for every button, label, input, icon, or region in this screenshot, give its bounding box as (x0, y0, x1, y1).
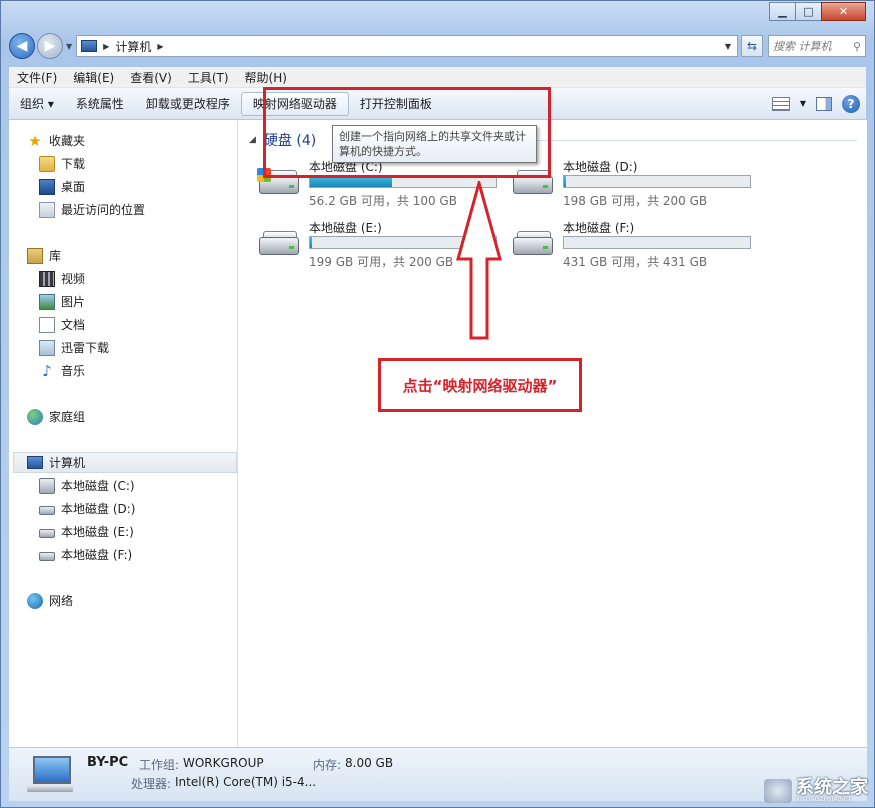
back-arrow-icon: ◀ (16, 38, 28, 54)
search-placeholder: 搜索 计算机 (773, 40, 832, 53)
nav-drive-f[interactable]: 本地磁盘 (F:) (39, 544, 132, 565)
capacity-bar (563, 236, 751, 249)
video-icon (39, 270, 55, 287)
downloads-folder-icon (39, 155, 55, 172)
nav-documents[interactable]: 文档 (39, 314, 85, 335)
change-view-icon[interactable] (771, 96, 790, 111)
forward-button[interactable]: ▶ (37, 33, 63, 59)
nav-pictures[interactable]: 图片 (39, 291, 85, 312)
nav-recent-places[interactable]: 最近访问的位置 (39, 199, 145, 220)
computer-icon (81, 40, 98, 52)
watermark-url: XITONGZHIJIA.NET (796, 796, 852, 803)
organize-button[interactable]: 组织 ▾ (9, 92, 65, 116)
workgroup-label: 工作组: (139, 758, 180, 772)
desktop-icon (39, 178, 55, 195)
menu-edit[interactable]: 编辑(E) (65, 69, 122, 86)
cpu-label: 处理器: (131, 777, 172, 791)
documents-icon (39, 316, 55, 333)
maximize-button[interactable]: □ (795, 2, 822, 21)
computer-icon (27, 456, 43, 469)
address-dropdown-icon[interactable]: ▼ (719, 42, 737, 51)
refresh-button[interactable]: ⇆ (741, 35, 763, 57)
nav-computer[interactable]: 计算机 (13, 452, 237, 473)
nav-favorites[interactable]: ★ 收藏夹 (27, 130, 85, 151)
system-properties-button[interactable]: 系统属性 (65, 92, 135, 116)
drive-icon (39, 506, 55, 515)
breadcrumb-separator-icon[interactable]: ▶ (103, 42, 109, 51)
hard-drive-icon (511, 229, 555, 257)
computer-name: BY-PC (87, 755, 129, 770)
nav-drive-e[interactable]: 本地磁盘 (E:) (39, 521, 134, 542)
refresh-icon: ⇆ (746, 39, 758, 53)
annotation-callout: 点击“映射网络驱动器” (378, 358, 582, 412)
navigation-pane: ★ 收藏夹 下载 桌面 最近访问的位置 库 视频 图片 文档 迅雷下载 ♪ 音乐… (9, 120, 238, 747)
nav-desktop[interactable]: 桌面 (39, 176, 85, 197)
menu-help[interactable]: 帮助(H) (237, 69, 295, 86)
nav-libraries[interactable]: 库 (27, 245, 61, 266)
address-bar[interactable]: ▶ 计算机 ▶ ▼ (76, 35, 738, 57)
minimize-button[interactable]: ▁ (769, 2, 796, 21)
nav-music[interactable]: ♪ 音乐 (39, 360, 85, 381)
capacity-bar (563, 175, 751, 188)
cpu-value: Intel(R) Core(TM) i5-4... (175, 775, 317, 789)
nav-network[interactable]: 网络 (27, 590, 73, 611)
menu-bar: 文件(F) 编辑(E) 查看(V) 工具(T) 帮助(H) (9, 67, 866, 88)
nav-homegroup[interactable]: 家庭组 (27, 406, 85, 427)
hard-drive-icon (257, 229, 301, 257)
nav-drive-d[interactable]: 本地磁盘 (D:) (39, 498, 135, 519)
back-button[interactable]: ◀ (9, 33, 35, 59)
annotation-arrow-icon (456, 181, 502, 340)
workgroup-value: WORKGROUP (183, 756, 264, 770)
search-icon: ⚲ (852, 39, 861, 53)
xunlei-download-icon (39, 339, 55, 356)
close-button[interactable]: ✕ (821, 2, 866, 21)
nav-downloads[interactable]: 下载 (39, 153, 85, 174)
breadcrumb-computer[interactable]: 计算机 (115, 38, 151, 55)
drive-tile[interactable]: 本地磁盘 (F:) 431 GB 可用，共 431 GB (511, 219, 761, 271)
site-watermark: 系统之家 XITONGZHIJIA.NET (764, 779, 868, 803)
drive-icon (39, 552, 55, 561)
collapse-triangle-icon[interactable]: ◢ (249, 135, 256, 145)
system-drive-icon (39, 477, 55, 494)
recent-places-icon (39, 201, 55, 218)
file-list-pane: ◢ 硬盘 (4) 本地磁盘 (C:) 56.2 GB 可用，共 100 GB 本… (239, 120, 867, 747)
preview-pane-icon[interactable] (816, 96, 832, 111)
memory-label: 内存: (313, 758, 342, 772)
menu-view[interactable]: 查看(V) (122, 69, 180, 86)
watermark-text: 系统之家 (796, 777, 868, 798)
explorer-window: ▁ □ ✕ ◀ ▶ ▼ ▶ 计算机 ▶ ▼ ⇆ 搜索 计算机 ⚲ 文件(F) 编… (0, 0, 875, 808)
view-options-dropdown-icon[interactable]: ▼ (800, 99, 806, 108)
menu-tools[interactable]: 工具(T) (180, 69, 237, 86)
nav-drive-c[interactable]: 本地磁盘 (C:) (39, 475, 135, 496)
caption-buttons: ▁ □ ✕ (769, 2, 866, 21)
nav-videos[interactable]: 视频 (39, 268, 85, 289)
forward-arrow-icon: ▶ (44, 38, 56, 54)
recent-pages-dropdown[interactable]: ▼ (66, 42, 72, 51)
search-input[interactable]: 搜索 计算机 ⚲ (768, 35, 866, 57)
help-icon[interactable]: ? (842, 94, 860, 113)
breadcrumb-separator-icon[interactable]: ▶ (157, 42, 163, 51)
drive-icon (39, 529, 55, 538)
music-icon: ♪ (42, 361, 52, 380)
details-pane: BY-PC 工作组: WORKGROUP 内存: 8.00 GB 处理器: In… (9, 747, 867, 801)
menu-file[interactable]: 文件(F) (9, 69, 65, 86)
network-icon (27, 592, 43, 609)
uninstall-program-button[interactable]: 卸载或更改程序 (135, 92, 241, 116)
highlight-box (263, 87, 551, 178)
nav-xunlei-downloads[interactable]: 迅雷下载 (39, 337, 109, 358)
pictures-icon (39, 293, 55, 310)
homegroup-icon (27, 408, 43, 425)
computer-large-icon (27, 756, 73, 794)
watermark-logo-icon (764, 779, 792, 803)
memory-value: 8.00 GB (345, 756, 394, 770)
content-area: ★ 收藏夹 下载 桌面 最近访问的位置 库 视频 图片 文档 迅雷下载 ♪ 音乐… (9, 120, 867, 747)
star-icon: ★ (28, 131, 42, 150)
address-row: ◀ ▶ ▼ ▶ 计算机 ▶ ▼ ⇆ 搜索 计算机 ⚲ (9, 31, 866, 61)
library-icon (27, 247, 43, 264)
